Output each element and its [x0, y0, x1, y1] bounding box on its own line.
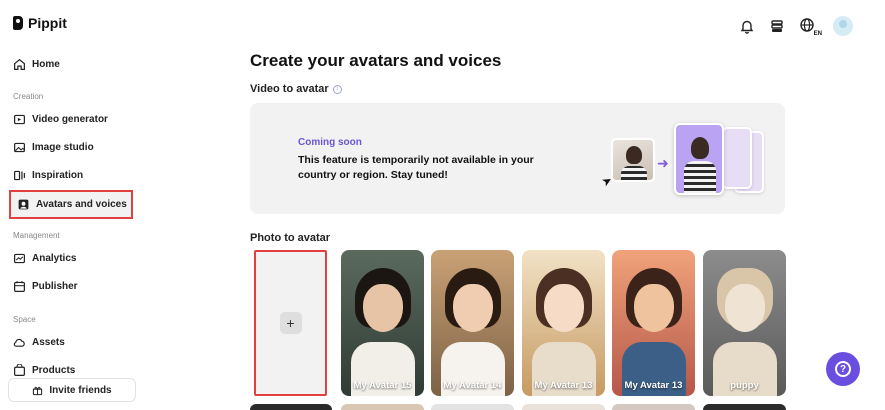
avatar-card-middle-image: [722, 127, 752, 189]
sidebar-item-label: Assets: [32, 336, 65, 348]
upload-photo-tile[interactable]: +: [254, 250, 327, 396]
avatar-dog-face: [725, 284, 765, 332]
home-icon: [14, 58, 25, 70]
inspiration-icon: [14, 170, 25, 180]
source-photo-image: [611, 138, 655, 182]
avatar-tile-partial[interactable]: [522, 404, 605, 410]
user-avatar[interactable]: [833, 16, 853, 36]
sidebar-item-image-studio[interactable]: Image studio: [13, 137, 94, 157]
video-to-avatar-heading: Video to avatar i: [250, 83, 342, 95]
sidebar-item-products[interactable]: Products: [13, 360, 75, 380]
calendar-icon: [14, 280, 25, 292]
app-name: Pippit: [28, 15, 67, 31]
sidebar-item-label: Image studio: [32, 141, 94, 153]
products-icon: [14, 363, 25, 376]
info-icon[interactable]: i: [332, 84, 342, 94]
avatar-tile-partial[interactable]: [250, 404, 332, 410]
sidebar-item-label: Home: [32, 58, 60, 70]
sidebar-item-label: Products: [32, 364, 76, 376]
avatar-tile-partial[interactable]: [341, 404, 424, 410]
unavailable-message: This feature is temporarily not availabl…: [298, 154, 534, 181]
section-label-management: Management: [13, 231, 60, 240]
invite-friends-button[interactable]: Invite friends: [8, 378, 136, 402]
avatar-tile-partial[interactable]: [431, 404, 514, 410]
sidebar-item-avatars-and-voices[interactable]: Avatars and voices: [9, 190, 133, 219]
cloud-icon: [13, 338, 25, 347]
avatar-name: My Avatar 13: [624, 380, 683, 391]
avatar-card-front-image: [674, 123, 724, 195]
coming-soon-banner: Coming soon This feature is temporarily …: [250, 103, 785, 214]
avatar-tile[interactable]: My Avatar 14: [431, 250, 514, 396]
sidebar-item-assets[interactable]: Assets: [13, 332, 65, 352]
help-icon: ?: [835, 361, 851, 377]
avatar-tile[interactable]: My Avatar 15: [341, 250, 424, 396]
sidebar-item-video-generator[interactable]: Video generator: [13, 109, 108, 129]
avatar-face: [544, 284, 584, 332]
image-studio-icon: [14, 142, 25, 152]
language-code: EN: [813, 31, 822, 37]
avatar-tile[interactable]: My Avatar 13: [612, 250, 695, 396]
sidebar-item-label: Avatars and voices: [36, 199, 127, 210]
avatar-name: My Avatar 15: [353, 380, 412, 391]
header-toolbar: EN: [739, 16, 853, 37]
video-generator-icon: [14, 114, 25, 124]
avatar-face: [634, 284, 674, 332]
avatar-tile[interactable]: puppy: [703, 250, 786, 396]
video-to-avatar-illustration: ➤ ➜: [599, 119, 764, 203]
section-label-creation: Creation: [13, 92, 44, 101]
sidebar-item-label: Publisher: [32, 280, 78, 292]
avatar-tile-partial[interactable]: [612, 404, 695, 410]
avatar-name: puppy: [730, 380, 759, 391]
sidebar: Pippit Home Creation Video generator Ima…: [0, 0, 145, 410]
sidebar-item-label: Video generator: [32, 113, 108, 125]
coming-soon-label: Coming soon: [298, 137, 362, 148]
invite-friends-label: Invite friends: [49, 384, 112, 396]
sidebar-item-analytics[interactable]: Analytics: [13, 248, 76, 268]
sidebar-item-inspiration[interactable]: Inspiration: [13, 165, 83, 185]
sidebar-item-label: Inspiration: [32, 169, 84, 181]
analytics-icon: [14, 253, 25, 263]
photo-to-avatar-heading: Photo to avatar: [250, 232, 331, 244]
sidebar-item-label: Analytics: [32, 252, 77, 264]
gift-icon: [33, 386, 43, 395]
avatar-tile-partial[interactable]: [703, 404, 786, 410]
app-root: Pippit Home Creation Video generator Ima…: [0, 0, 885, 410]
video-to-avatar-label: Video to avatar: [250, 83, 329, 95]
avatar-name: My Avatar 13: [534, 380, 593, 391]
section-label-space: Space: [13, 315, 36, 324]
plus-icon: +: [279, 312, 302, 334]
storage-icon[interactable]: [769, 18, 785, 34]
pippit-logo-icon: [13, 16, 23, 30]
sidebar-item-publisher[interactable]: Publisher: [13, 276, 78, 296]
arrow-right-icon: ➜: [657, 155, 669, 171]
page-title: Create your avatars and voices: [250, 51, 502, 70]
help-button[interactable]: ?: [826, 352, 860, 386]
avatar-face: [453, 284, 493, 332]
avatar-tile[interactable]: My Avatar 13: [522, 250, 605, 396]
sidebar-item-home[interactable]: Home: [13, 54, 60, 74]
avatar-face: [363, 284, 403, 332]
logo[interactable]: Pippit: [13, 15, 67, 31]
avatar-icon: [18, 199, 29, 210]
language-selector[interactable]: EN: [799, 17, 822, 37]
bell-icon[interactable]: [739, 18, 755, 34]
globe-icon: [800, 18, 814, 32]
avatar-name: My Avatar 14: [443, 380, 502, 391]
